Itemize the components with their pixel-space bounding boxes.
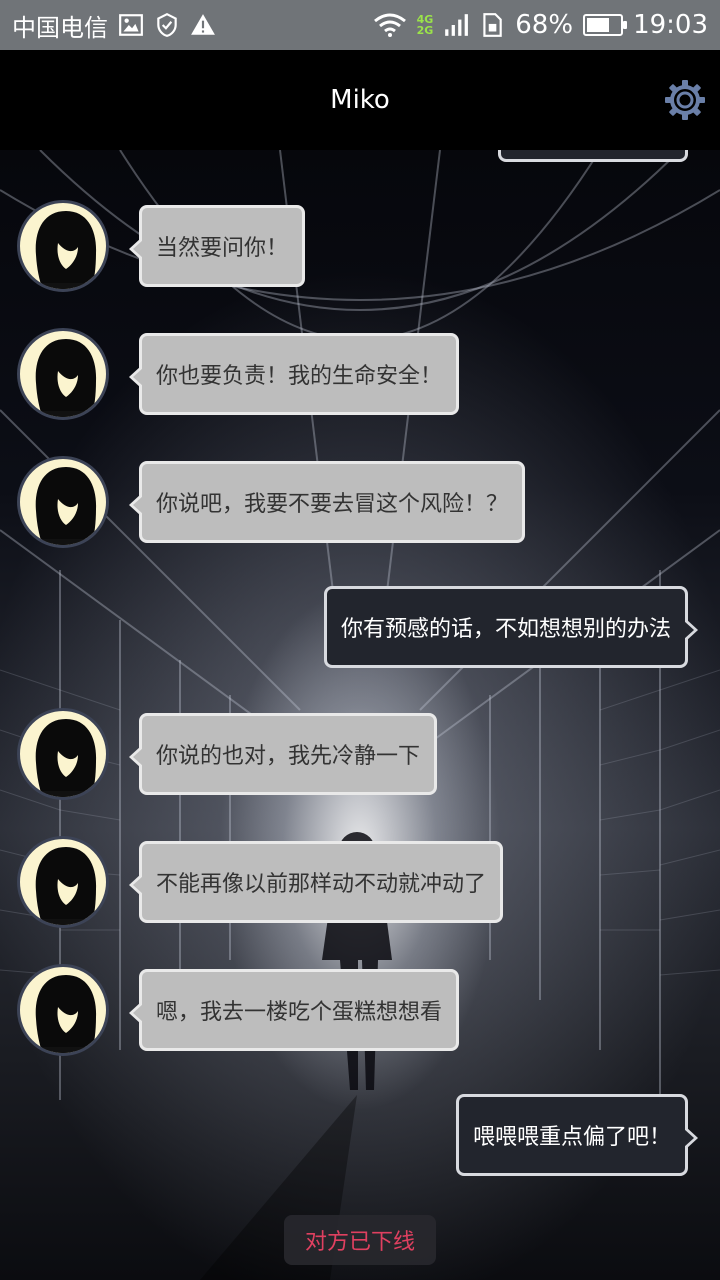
avatar-silhouette (35, 719, 97, 797)
image-icon (119, 14, 143, 36)
message-bubble[interactable]: 你说的也对，我先冷静一下 (128, 713, 438, 795)
message-bubble[interactable]: 你也要负责！我的生命安全！ (128, 333, 460, 415)
avatar-silhouette (35, 467, 97, 545)
chat-title: Miko (330, 85, 390, 115)
message-bubble[interactable]: 当然要问你！ (128, 205, 306, 287)
network-2g-label: 2G (416, 24, 434, 37)
avatar[interactable] (17, 328, 109, 420)
avatar[interactable] (17, 708, 109, 800)
message-incoming: 当然要问你！ (17, 200, 306, 292)
partial-message-bubble (498, 150, 688, 162)
message-bubble[interactable]: 嗯，我去一楼吃个蛋糕想想看 (128, 969, 460, 1051)
avatar-silhouette (35, 211, 97, 289)
offline-status-badge: 对方已下线 (284, 1215, 436, 1265)
chat-area[interactable]: 当然要问你！ 你也要负责！我的生命安全！ 你说吧，我要不要去冒这个风险！？ 你有… (0, 150, 720, 1280)
clock: 19:03 (633, 10, 708, 40)
vpn-shield-icon (157, 12, 177, 37)
status-left: 中国电信 (12, 8, 216, 43)
status-bar: 中国电信 4G 2G 68% 19:03 (0, 0, 720, 50)
battery-icon (583, 14, 628, 36)
message-outgoing[interactable]: 喂喂喂重点偏了吧！ (455, 1094, 699, 1176)
message-bubble[interactable]: 不能再像以前那样动不动就冲动了 (128, 841, 504, 923)
avatar[interactable] (17, 836, 109, 928)
message-outgoing[interactable]: 你有预感的话，不如想想别的办法 (323, 586, 699, 668)
battery-percent: 68% (515, 10, 574, 40)
status-right: 4G 2G 68% 19:03 (373, 10, 708, 40)
avatar[interactable] (17, 456, 109, 548)
message-incoming: 嗯，我去一楼吃个蛋糕想想看 (17, 964, 460, 1056)
avatar[interactable] (17, 200, 109, 292)
message-incoming: 你说吧，我要不要去冒这个风险！？ (17, 456, 526, 548)
message-bubble[interactable]: 你说吧，我要不要去冒这个风险！？ (128, 461, 526, 543)
sim-icon (483, 13, 503, 37)
avatar-silhouette (35, 339, 97, 417)
gear-icon[interactable] (664, 79, 706, 121)
message-incoming: 你也要负责！我的生命安全！ (17, 328, 460, 420)
warning-icon (191, 14, 215, 35)
wifi-icon (373, 13, 406, 37)
carrier-name: 中国电信 (12, 13, 108, 42)
signal-icon (445, 14, 469, 36)
avatar-silhouette (35, 975, 97, 1053)
avatar[interactable] (17, 964, 109, 1056)
battery-fill (587, 18, 609, 32)
message-incoming: 不能再像以前那样动不动就冲动了 (17, 836, 504, 928)
message-incoming: 你说的也对，我先冷静一下 (17, 708, 438, 800)
network-type: 4G 2G (417, 14, 434, 36)
avatar-silhouette (35, 847, 97, 925)
title-bar: Miko (0, 50, 720, 150)
